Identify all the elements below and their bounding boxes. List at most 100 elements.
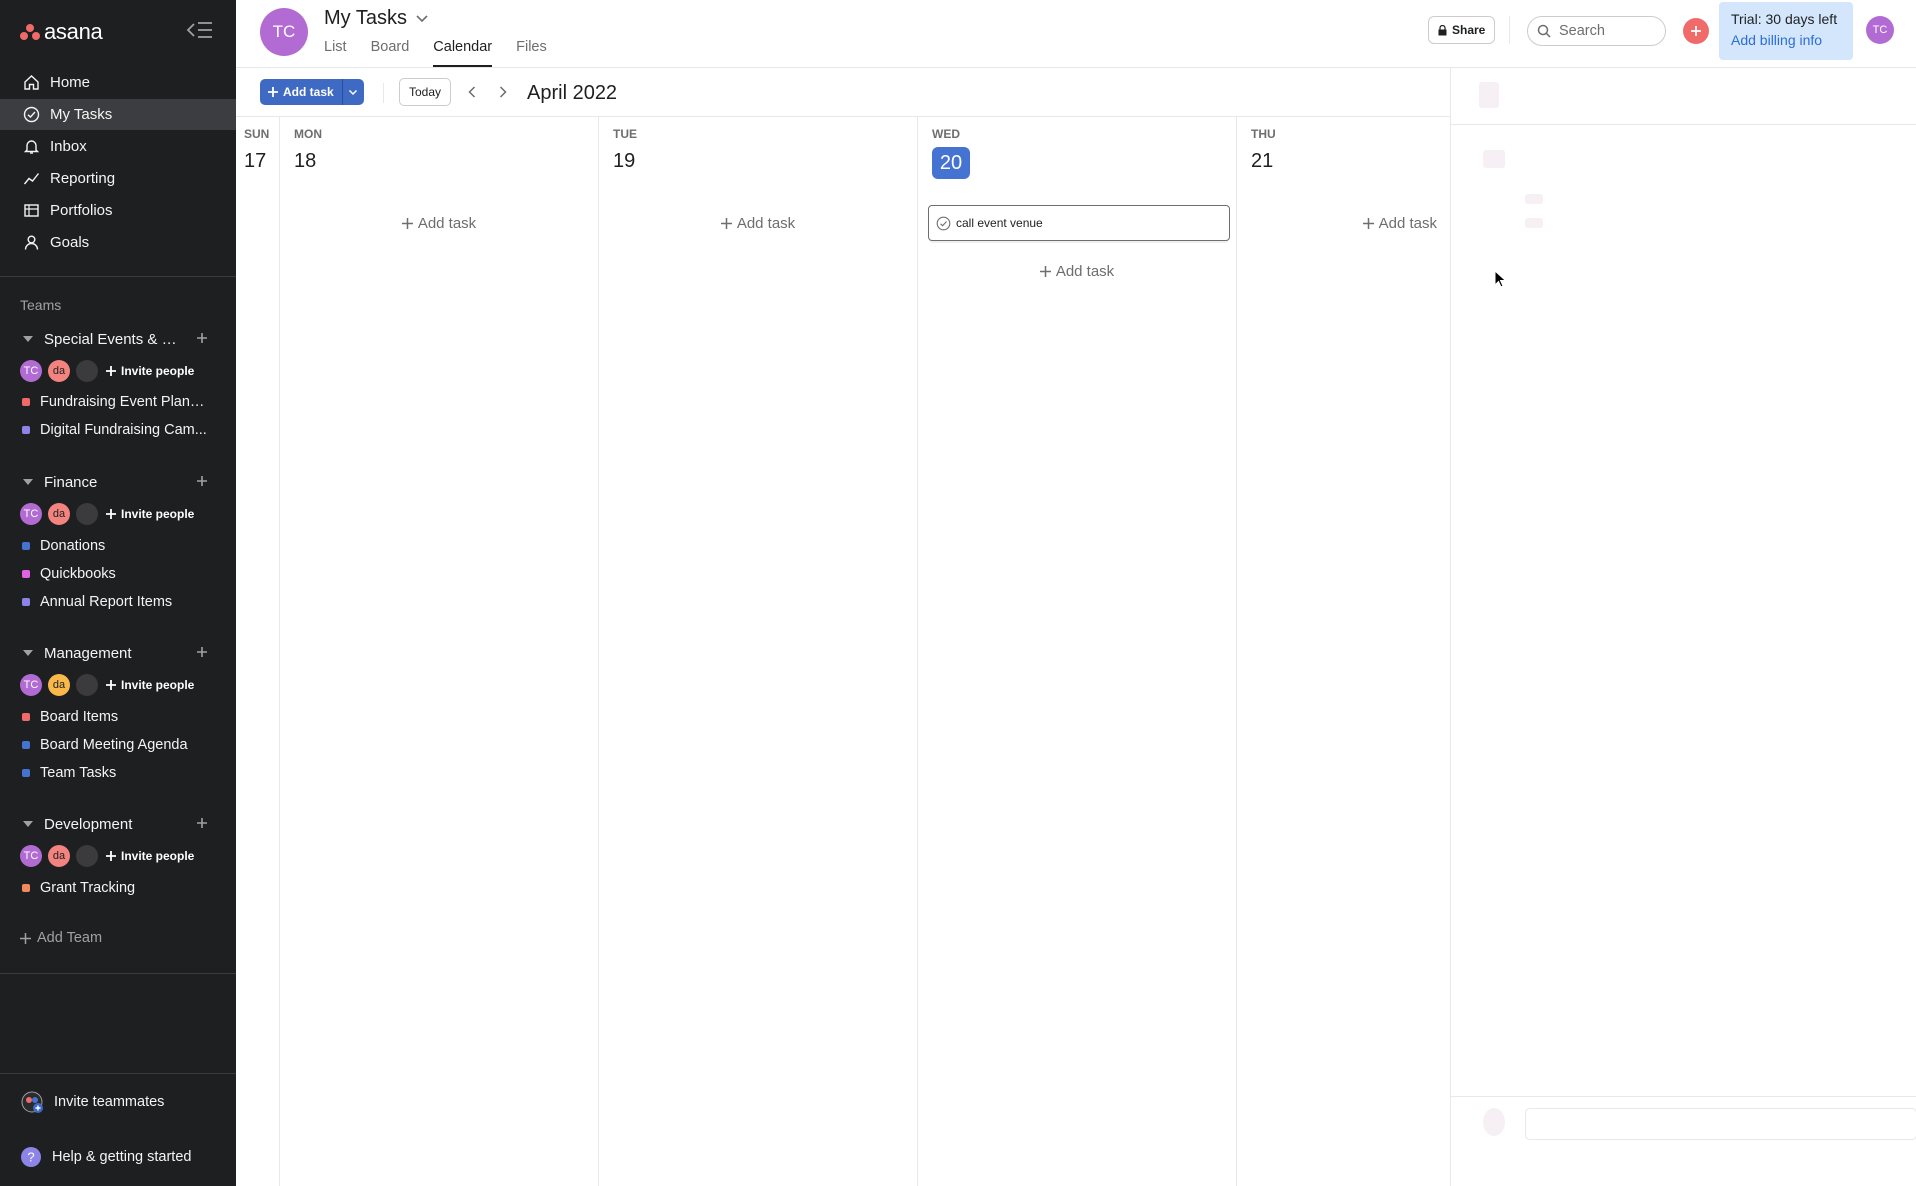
project-item[interactable]: Annual Report Items (0, 589, 236, 615)
collapse-sidebar-icon[interactable] (186, 20, 214, 40)
collapse-caret-icon[interactable] (23, 479, 33, 485)
nav-goals[interactable]: Goals (0, 227, 236, 258)
team-name[interactable]: Development (44, 816, 189, 833)
team-development[interactable]: Development (0, 811, 236, 837)
avatar-placeholder[interactable] (76, 360, 98, 382)
add-task-button[interactable]: Add task (260, 79, 342, 105)
team-members: TC da Invite people (20, 501, 194, 527)
nav-home[interactable]: Home (0, 67, 236, 98)
project-item[interactable]: Digital Fundraising Cam... (0, 417, 236, 443)
view-tabs: List Board Calendar Files (324, 39, 547, 67)
project-item[interactable]: Team Tasks (0, 760, 236, 786)
add-task-link[interactable]: Add task (1362, 215, 1437, 232)
avatar-placeholder[interactable] (76, 503, 98, 525)
avatar[interactable]: da (48, 360, 70, 382)
trial-text: Trial: 30 days left (1731, 11, 1838, 27)
nav-reporting[interactable]: Reporting (0, 163, 236, 194)
calendar-grid: SUN 17 MON 18 Add task TUE 19 Add task W… (236, 117, 1451, 1186)
avatar[interactable]: da (48, 503, 70, 525)
sidebar-divider (0, 1073, 236, 1074)
collapse-caret-icon[interactable] (23, 821, 33, 827)
project-color-dot (22, 769, 30, 777)
tab-list[interactable]: List (324, 39, 347, 67)
avatar[interactable]: da (48, 674, 70, 696)
project-item[interactable]: Board Items (0, 704, 236, 730)
page-header: TC My Tasks List Board Calendar Files Sh… (236, 0, 1916, 68)
task-card[interactable]: call event venue (928, 205, 1230, 241)
tab-calendar[interactable]: Calendar (433, 39, 493, 67)
next-week-button[interactable] (492, 81, 514, 103)
check-circle-icon[interactable] (936, 216, 951, 231)
add-task-text: Add task (1378, 215, 1437, 232)
avatar[interactable]: da (48, 845, 70, 867)
project-item[interactable]: Grant Tracking (0, 875, 236, 901)
add-team-button[interactable]: Add Team (20, 930, 102, 946)
avatar[interactable]: TC (20, 845, 42, 867)
day-column-thu[interactable]: THU 21 Add task (1237, 117, 1451, 1186)
team-members: TC da Invite people (20, 843, 194, 869)
add-project-icon[interactable] (195, 645, 209, 659)
page-title-dropdown[interactable]: My Tasks (324, 7, 429, 30)
plus-icon (268, 87, 278, 97)
nav-reporting-label: Reporting (50, 170, 116, 187)
project-item[interactable]: Board Meeting Agenda (0, 732, 236, 758)
nav-my-tasks[interactable]: My Tasks (0, 99, 236, 130)
help-label: Help & getting started (52, 1149, 192, 1165)
team-name[interactable]: Finance (44, 474, 189, 491)
comment-input[interactable] (1525, 1108, 1916, 1140)
avatar-placeholder[interactable] (76, 845, 98, 867)
avatar-placeholder[interactable] (76, 674, 98, 696)
day-number: 19 (613, 150, 636, 172)
add-task-text: Add task (736, 215, 796, 232)
project-item[interactable]: Quickbooks (0, 561, 236, 587)
team-name[interactable]: Management (44, 645, 189, 662)
add-billing-link[interactable]: Add billing info (1731, 32, 1841, 48)
day-column-mon[interactable]: MON 18 Add task (280, 117, 599, 1186)
day-name: THU (1251, 127, 1276, 141)
avatar[interactable]: TC (20, 503, 42, 525)
invite-teammates-button[interactable]: Invite teammates (20, 1090, 164, 1114)
invite-people-button[interactable]: Invite people (106, 364, 194, 378)
add-project-icon[interactable] (195, 816, 209, 830)
add-task-link[interactable]: Add task (599, 215, 917, 232)
day-number-today: 20 (932, 147, 970, 179)
quick-add-button[interactable] (1683, 18, 1709, 44)
invite-people-button[interactable]: Invite people (106, 507, 194, 521)
collapse-caret-icon[interactable] (23, 650, 33, 656)
project-item[interactable]: Fundraising Event Planni... (0, 389, 236, 415)
team-name[interactable]: Special Events & Ma... (44, 331, 189, 348)
team-finance[interactable]: Finance (0, 469, 236, 495)
add-task-link[interactable]: Add task (280, 215, 598, 232)
user-avatar[interactable]: TC (1866, 16, 1894, 44)
add-task-link[interactable]: Add task (918, 263, 1236, 280)
day-number: 21 (1251, 150, 1274, 172)
day-column-wed[interactable]: WED 20 call event venue Add task (918, 117, 1237, 1186)
nav-inbox[interactable]: Inbox (0, 131, 236, 162)
project-name: Quickbooks (40, 566, 116, 582)
prev-week-button[interactable] (461, 81, 483, 103)
search-box[interactable] (1527, 16, 1666, 46)
day-column-sun[interactable]: SUN 17 (236, 117, 280, 1186)
search-input[interactable] (1559, 23, 1654, 39)
help-button[interactable]: ? Help & getting started (20, 1146, 191, 1168)
share-button[interactable]: Share (1428, 16, 1496, 44)
tab-board[interactable]: Board (371, 39, 410, 67)
day-column-tue[interactable]: TUE 19 Add task (599, 117, 918, 1186)
add-project-icon[interactable] (195, 331, 209, 345)
avatar[interactable]: TC (20, 674, 42, 696)
team-special-events[interactable]: Special Events & Ma... (0, 326, 236, 352)
invite-people-button[interactable]: Invite people (106, 678, 194, 692)
asana-logo[interactable]: asana (20, 19, 103, 45)
trend-line-icon (22, 170, 40, 188)
add-task-dropdown[interactable] (341, 79, 364, 105)
collapse-caret-icon[interactable] (23, 336, 33, 342)
add-project-icon[interactable] (195, 474, 209, 488)
team-management[interactable]: Management (0, 640, 236, 666)
invite-people-button[interactable]: Invite people (106, 849, 194, 863)
tab-files[interactable]: Files (516, 39, 547, 67)
nav-portfolios[interactable]: Portfolios (0, 195, 236, 226)
today-button[interactable]: Today (399, 78, 452, 106)
trial-banner[interactable]: Trial: 30 days left Add billing info (1719, 2, 1853, 60)
avatar[interactable]: TC (20, 360, 42, 382)
project-item[interactable]: Donations (0, 533, 236, 559)
